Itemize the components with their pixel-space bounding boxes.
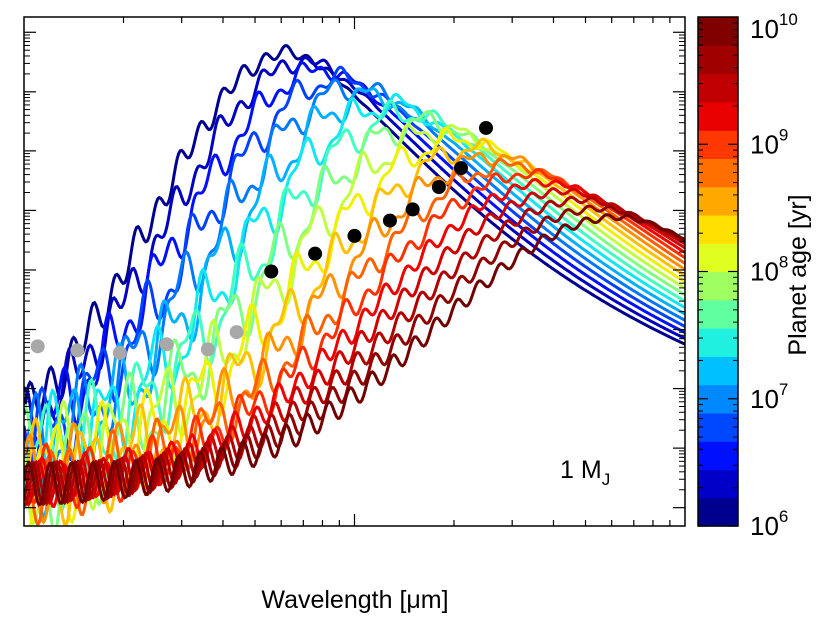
black-point-6 xyxy=(431,180,446,195)
colorbar xyxy=(697,16,739,527)
colorbar-band-10 xyxy=(698,243,738,273)
colorbar-band-6 xyxy=(698,356,738,386)
colorbar-tick-base: 10 xyxy=(750,257,779,287)
colorbar-band-11 xyxy=(698,214,738,244)
black-point-3 xyxy=(347,228,362,243)
colorbar-label: Planet age [yr] xyxy=(784,194,812,355)
colorbar-band-15 xyxy=(698,101,738,131)
colorbar-band-9 xyxy=(698,271,738,301)
gray-point-2 xyxy=(70,343,85,358)
black-point-4 xyxy=(382,213,397,228)
colorbar-band-18 xyxy=(698,17,738,46)
colorbar-band-8 xyxy=(698,299,738,329)
colorbar-band-17 xyxy=(698,45,738,75)
colorbar-band-13 xyxy=(698,158,738,188)
gray-point-1 xyxy=(30,339,45,354)
gray-point-6 xyxy=(229,325,244,340)
colorbar-band-1 xyxy=(698,497,738,527)
colorbar-tick-exponent: 9 xyxy=(779,125,788,144)
colorbar-band-4 xyxy=(698,412,738,442)
colorbar-tick-base: 10 xyxy=(750,129,779,159)
black-point-5 xyxy=(405,202,420,217)
colorbar-band-3 xyxy=(698,441,738,471)
gray-point-3 xyxy=(112,345,127,360)
colorbar-tick-base: 10 xyxy=(750,511,779,541)
colorbar-tick-exponent: 7 xyxy=(779,380,788,399)
colorbar-tick-base: 10 xyxy=(750,384,779,414)
black-point-1 xyxy=(264,264,279,279)
spectra-chart: Wavelength [μm] 1 MJ 1010109108107106 Pl… xyxy=(0,0,830,617)
colorbar-band-2 xyxy=(698,469,738,499)
colorbar-tick-exponent: 6 xyxy=(779,507,788,526)
gray-point-4 xyxy=(159,337,174,352)
black-point-7 xyxy=(453,161,468,176)
colorbar-band-7 xyxy=(698,328,738,357)
x-axis-label: Wavelength [μm] xyxy=(261,586,448,614)
black-point-2 xyxy=(308,246,323,261)
black-point-8 xyxy=(479,120,494,135)
gray-point-5 xyxy=(200,342,215,357)
colorbar-tick-exponent: 10 xyxy=(779,10,798,29)
colorbar-band-16 xyxy=(698,73,738,103)
colorbar-tick-base: 10 xyxy=(750,14,779,44)
colorbar-band-12 xyxy=(698,186,738,216)
